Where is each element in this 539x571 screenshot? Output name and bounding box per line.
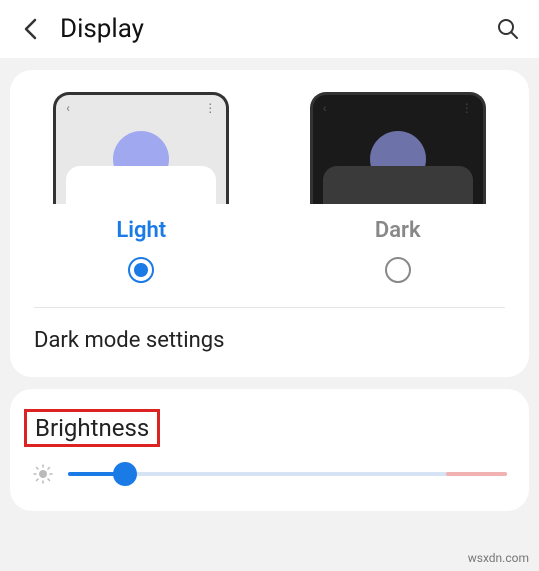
dark-mode-settings-link[interactable]: Dark mode settings — [28, 308, 511, 367]
brightness-slider-row — [28, 457, 511, 501]
radio-light[interactable] — [128, 257, 154, 283]
sun-icon — [32, 463, 54, 485]
back-icon[interactable] — [18, 17, 42, 41]
theme-label-dark: Dark — [375, 218, 421, 243]
brightness-highlight: Brightness — [24, 409, 160, 447]
search-icon[interactable] — [495, 16, 521, 42]
radio-dark[interactable] — [385, 257, 411, 283]
theme-option-dark[interactable]: ‹⋮ Dark — [285, 92, 512, 283]
theme-preview-light: ‹⋮ — [53, 92, 229, 204]
theme-preview-dark: ‹⋮ — [310, 92, 486, 204]
theme-option-light[interactable]: ‹⋮ Light — [28, 92, 255, 283]
theme-label-light: Light — [116, 218, 166, 243]
theme-card: ‹⋮ Light ‹⋮ Dark Dark mode settings — [10, 70, 529, 377]
page-title: Display — [60, 14, 495, 44]
app-header: Display — [0, 0, 539, 58]
brightness-slider[interactable] — [68, 464, 507, 484]
brightness-title: Brightness — [35, 414, 149, 442]
watermark: wsxdn.com — [468, 551, 529, 565]
brightness-card: Brightness — [10, 389, 529, 511]
slider-thumb[interactable] — [113, 462, 137, 486]
theme-options-row: ‹⋮ Light ‹⋮ Dark — [28, 92, 511, 283]
